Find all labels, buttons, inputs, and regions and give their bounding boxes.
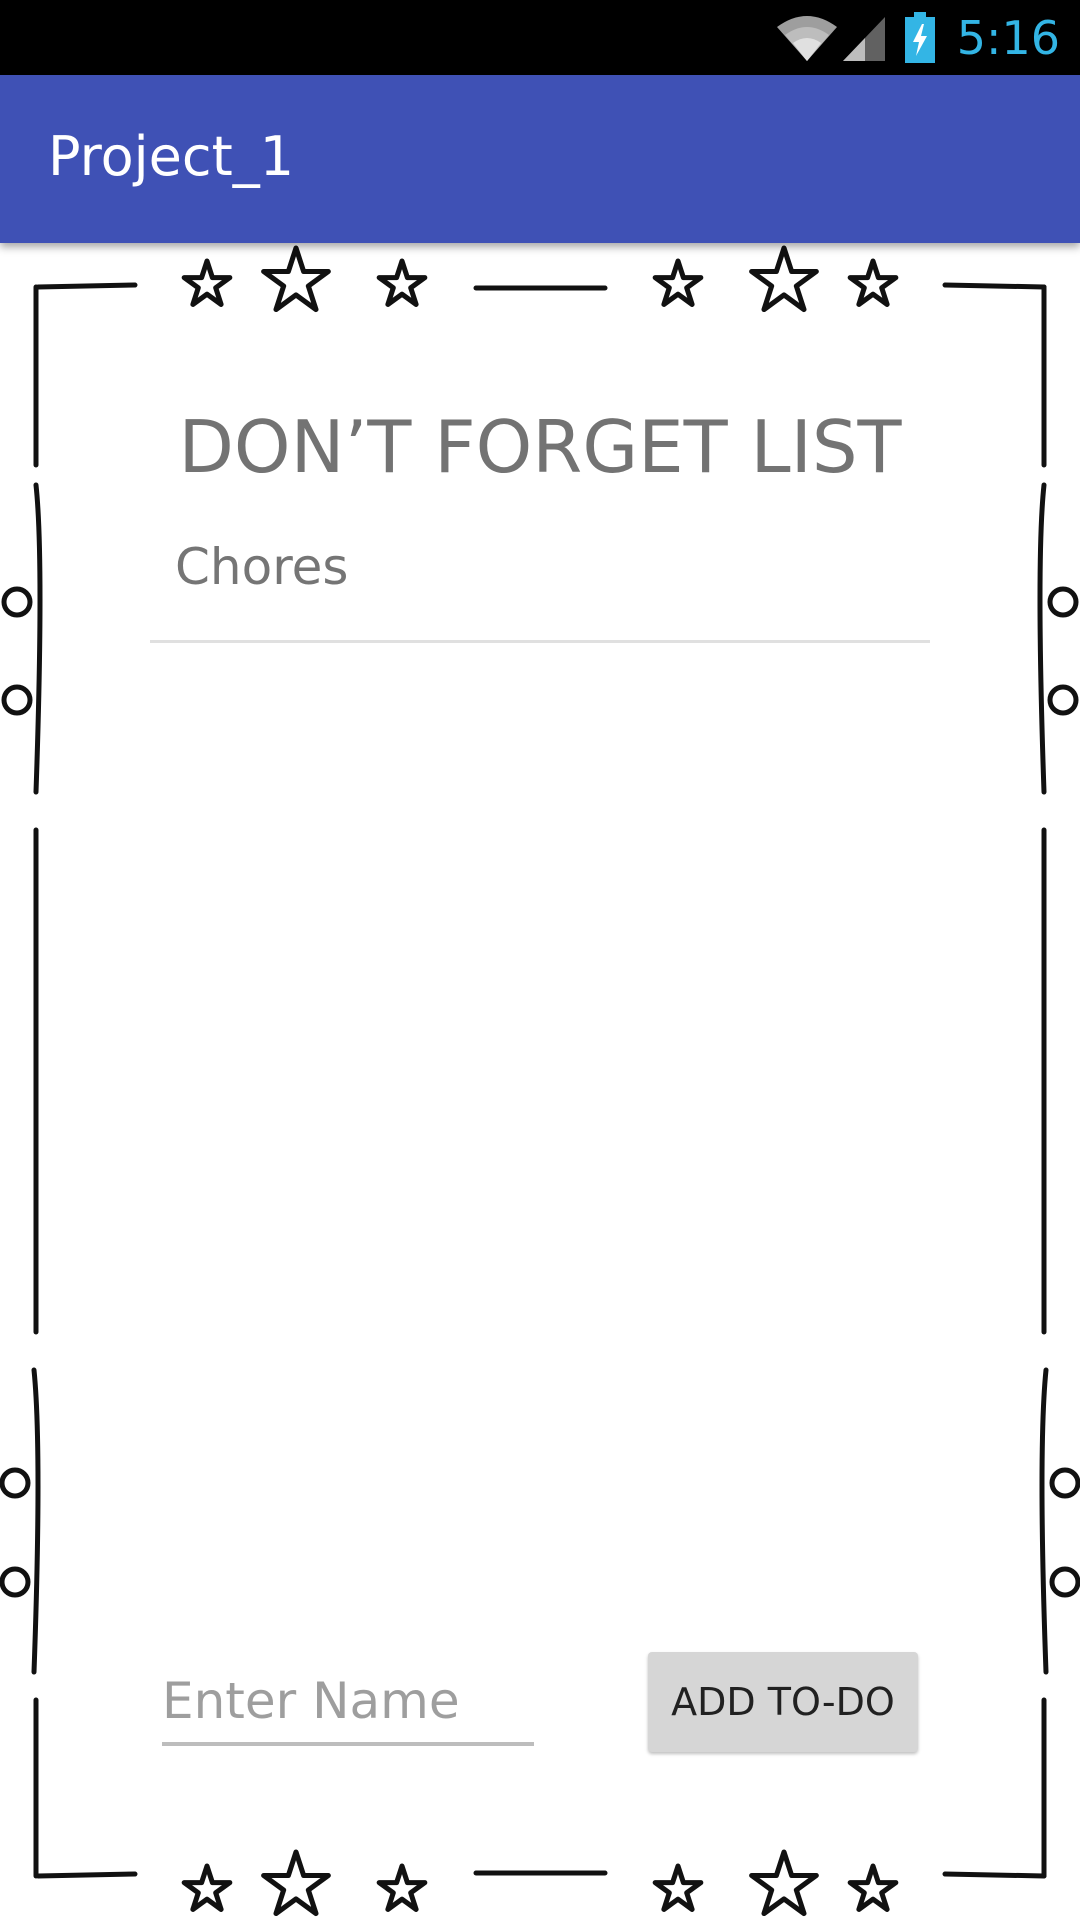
list-item[interactable]: Chores <box>150 520 930 643</box>
list-item-label: Chores <box>175 538 349 596</box>
cell-signal-icon <box>842 16 885 61</box>
add-todo-button[interactable]: ADD TO-DO <box>648 1652 918 1752</box>
name-input[interactable] <box>162 1660 534 1746</box>
status-bar: 5:16 <box>0 0 1080 75</box>
status-icons: 5:16 <box>775 0 1080 75</box>
page-title: DON’T FORGET LIST <box>178 405 902 489</box>
app-title: Project_1 <box>48 125 295 188</box>
status-time: 5:16 <box>956 10 1060 65</box>
battery-charging-icon <box>904 11 935 63</box>
app-bar: Project_1 <box>0 75 1080 243</box>
wifi-icon <box>776 15 837 61</box>
